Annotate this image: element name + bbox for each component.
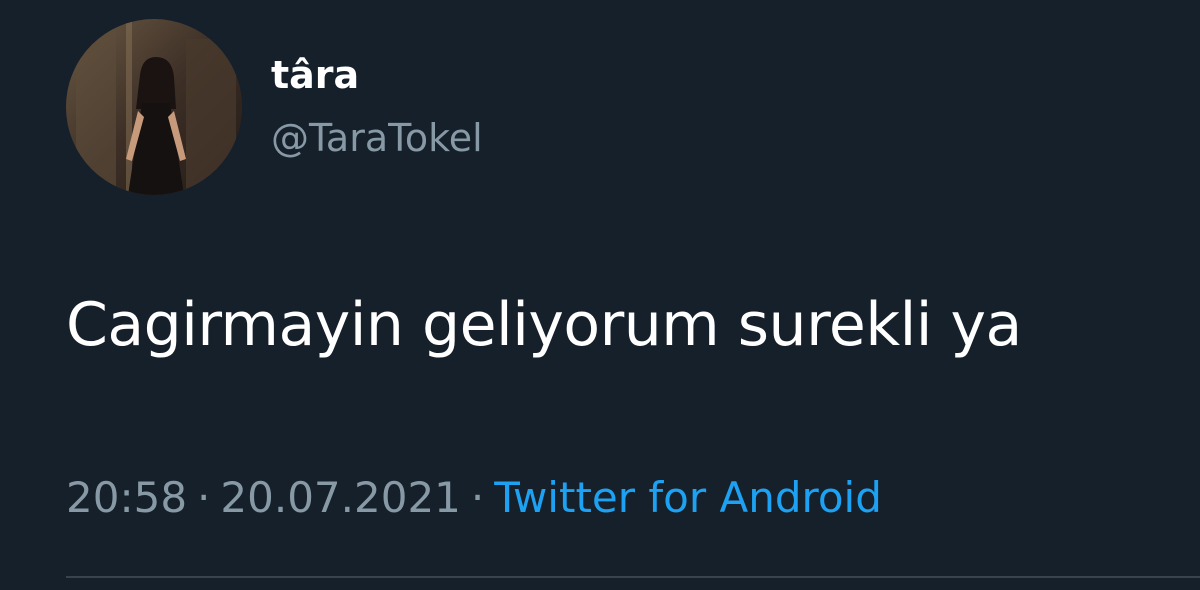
meta-separator: · [197, 473, 211, 522]
tweet-card: târa @TaraTokel Cagirmayin geliyorum sur… [0, 0, 1200, 590]
display-name[interactable]: târa [271, 50, 359, 100]
tweet-date[interactable]: 20.07.2021 [220, 473, 460, 522]
tweet-metadata: 20:58 · 20.07.2021 · Twitter for Android [66, 470, 882, 526]
user-handle[interactable]: @TaraTokel [271, 113, 483, 163]
tweet-source-link[interactable]: Twitter for Android [494, 473, 882, 522]
meta-separator: · [470, 473, 485, 522]
tweet-text: Cagirmayin geliyorum surekli ya [66, 290, 1022, 360]
avatar[interactable] [66, 19, 242, 195]
divider [66, 576, 1200, 578]
tweet-time[interactable]: 20:58 [66, 473, 187, 522]
avatar-photo [66, 19, 242, 195]
